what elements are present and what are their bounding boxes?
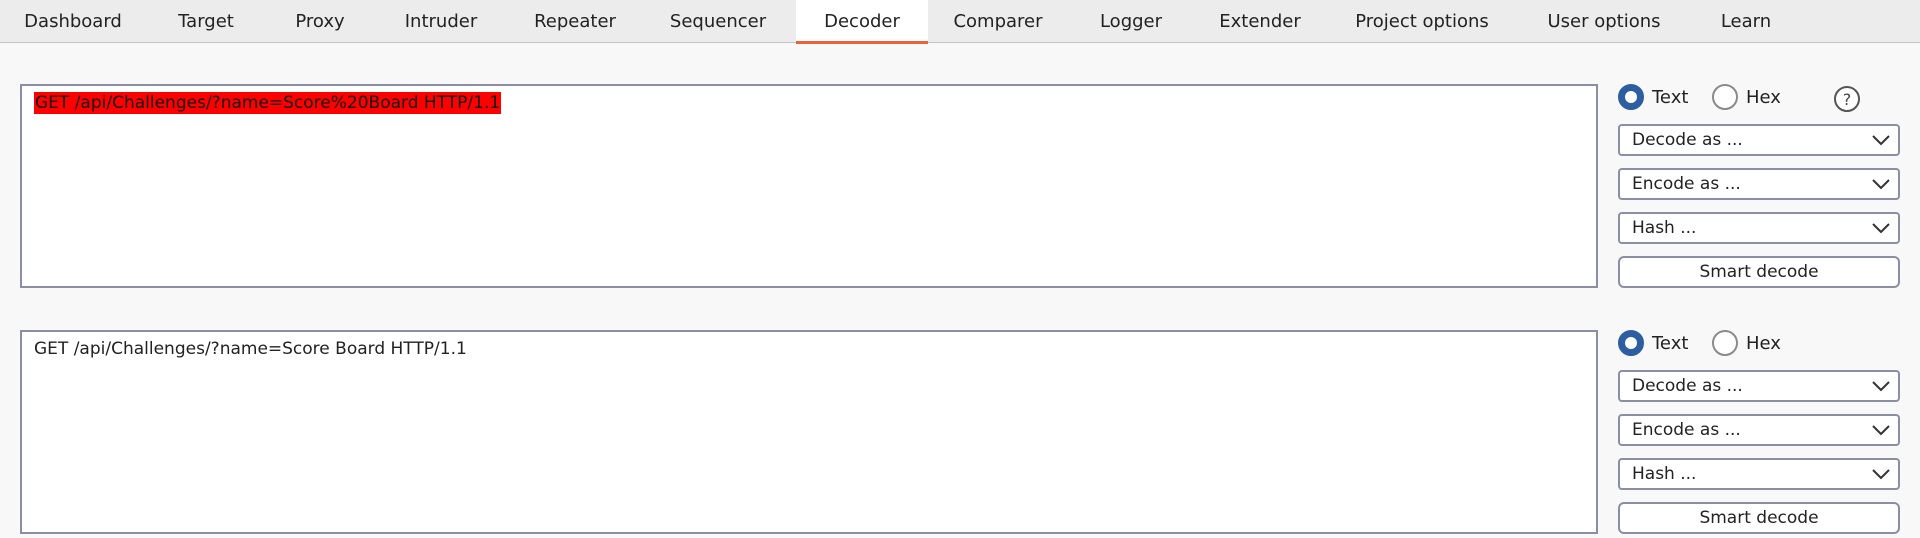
decode-as-dropdown[interactable]: Decode as ...	[1618, 124, 1900, 156]
smart-decode-button[interactable]: Smart decode	[1618, 256, 1900, 288]
hash-dropdown[interactable]: Hash ...	[1618, 212, 1900, 244]
chevron-down-icon	[1872, 179, 1890, 190]
decode-as-label: Decode as ...	[1632, 376, 1743, 396]
chevron-down-icon	[1872, 469, 1890, 480]
tab-project-options[interactable]: Project options	[1326, 0, 1518, 43]
chevron-down-icon	[1872, 381, 1890, 392]
radio-label-hex: Hex	[1746, 86, 1781, 108]
tab-logger[interactable]: Logger	[1068, 0, 1194, 43]
tab-sequencer[interactable]: Sequencer	[642, 0, 794, 43]
chevron-down-icon	[1872, 135, 1890, 146]
tab-intruder[interactable]: Intruder	[374, 0, 508, 43]
decode-as-label: Decode as ...	[1632, 130, 1743, 150]
tab-user-options[interactable]: User options	[1518, 0, 1690, 43]
radio-checked-icon	[1618, 84, 1644, 110]
tab-dashboard[interactable]: Dashboard	[0, 0, 146, 43]
decoder-input-editor[interactable]: GET /api/Challenges/?name=Score%20Board …	[20, 84, 1598, 288]
tab-learn[interactable]: Learn	[1690, 0, 1802, 43]
hash-dropdown[interactable]: Hash ...	[1618, 458, 1900, 490]
tab-comparer[interactable]: Comparer	[928, 0, 1068, 43]
hash-label: Hash ...	[1632, 464, 1697, 484]
mode-radio-group: Text Hex	[1618, 328, 1900, 362]
text-mode-radio[interactable]: Text	[1618, 84, 1688, 110]
radio-label-text: Text	[1652, 86, 1689, 108]
hex-mode-radio[interactable]: Hex	[1712, 330, 1781, 356]
encode-as-dropdown[interactable]: Encode as ...	[1618, 168, 1900, 200]
chevron-down-icon	[1872, 223, 1890, 234]
radio-unchecked-icon	[1712, 84, 1738, 110]
hash-label: Hash ...	[1632, 218, 1697, 238]
radio-label-text: Text	[1652, 332, 1689, 354]
encode-as-dropdown[interactable]: Encode as ...	[1618, 414, 1900, 446]
mode-radio-group: Text Hex ?	[1618, 82, 1900, 116]
hex-mode-radio[interactable]: Hex	[1712, 84, 1781, 110]
main-tab-bar: Dashboard Target Proxy Intruder Repeater…	[0, 0, 1920, 44]
radio-checked-icon	[1618, 330, 1644, 356]
tab-decoder[interactable]: Decoder	[796, 0, 928, 44]
text-mode-radio[interactable]: Text	[1618, 330, 1688, 356]
help-icon[interactable]: ?	[1834, 86, 1860, 112]
decoder-output-editor[interactable]: GET /api/Challenges/?name=Score Board HT…	[20, 330, 1598, 534]
chevron-down-icon	[1872, 425, 1890, 436]
tab-proxy[interactable]: Proxy	[266, 0, 374, 43]
tab-extender[interactable]: Extender	[1194, 0, 1326, 43]
tab-repeater[interactable]: Repeater	[508, 0, 642, 43]
decode-as-dropdown[interactable]: Decode as ...	[1618, 370, 1900, 402]
radio-unchecked-icon	[1712, 330, 1738, 356]
encode-as-label: Encode as ...	[1632, 174, 1741, 194]
encode-as-label: Encode as ...	[1632, 420, 1741, 440]
tab-target[interactable]: Target	[146, 0, 266, 43]
editor-text-content: GET /api/Challenges/?name=Score Board HT…	[34, 339, 467, 359]
editor-text-content: GET /api/Challenges/?name=Score%20Board …	[34, 92, 502, 114]
radio-label-hex: Hex	[1746, 332, 1781, 354]
smart-decode-button[interactable]: Smart decode	[1618, 502, 1900, 534]
